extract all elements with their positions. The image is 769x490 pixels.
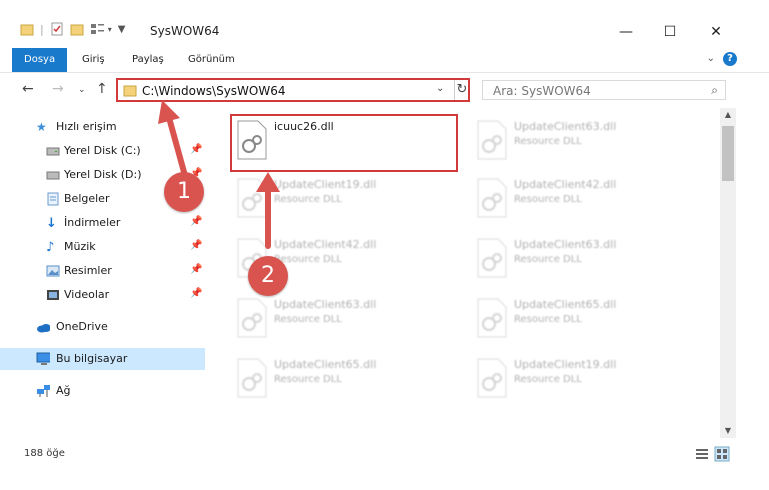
annotation-arrows: [158, 100, 280, 249]
arrow-1-head: [158, 100, 180, 124]
arrow-2-head: [256, 172, 280, 192]
step-1-badge: 1: [164, 172, 204, 212]
arrow-1-shaft: [165, 111, 187, 175]
step-2-badge: 2: [248, 256, 288, 296]
